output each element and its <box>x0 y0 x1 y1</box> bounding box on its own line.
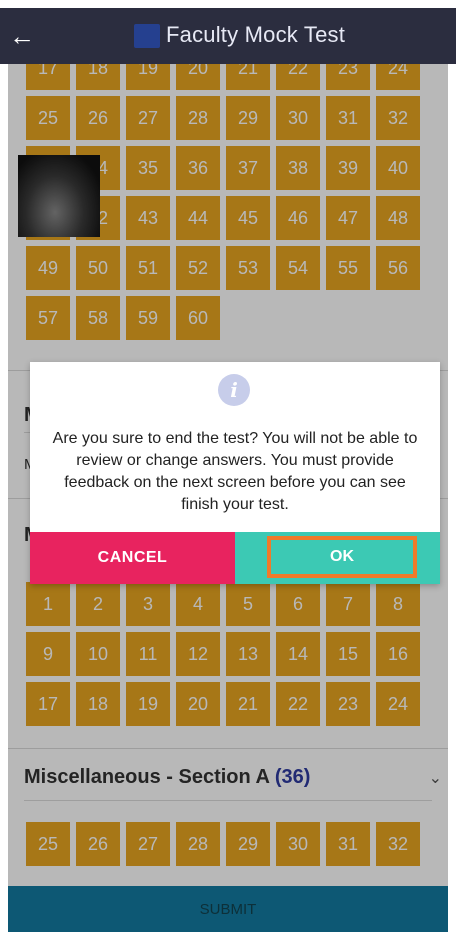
dialog-button-row: CANCEL OK <box>30 532 440 584</box>
modal-backdrop-footer <box>8 886 448 932</box>
cancel-button[interactable]: CANCEL <box>30 532 235 584</box>
app-bar: ← Faculty Mock Test <box>0 8 456 64</box>
ok-button[interactable]: OK <box>235 532 440 584</box>
app-logo <box>134 24 160 48</box>
page-title: Faculty Mock Test <box>166 22 346 47</box>
back-arrow-icon[interactable]: ← <box>0 8 44 64</box>
ok-button-label: OK <box>267 536 417 578</box>
info-icon: i <box>218 374 250 406</box>
end-test-dialog: i Are you sure to end the test? You will… <box>30 362 440 584</box>
dialog-message: Are you sure to end the test? You will n… <box>52 430 418 513</box>
